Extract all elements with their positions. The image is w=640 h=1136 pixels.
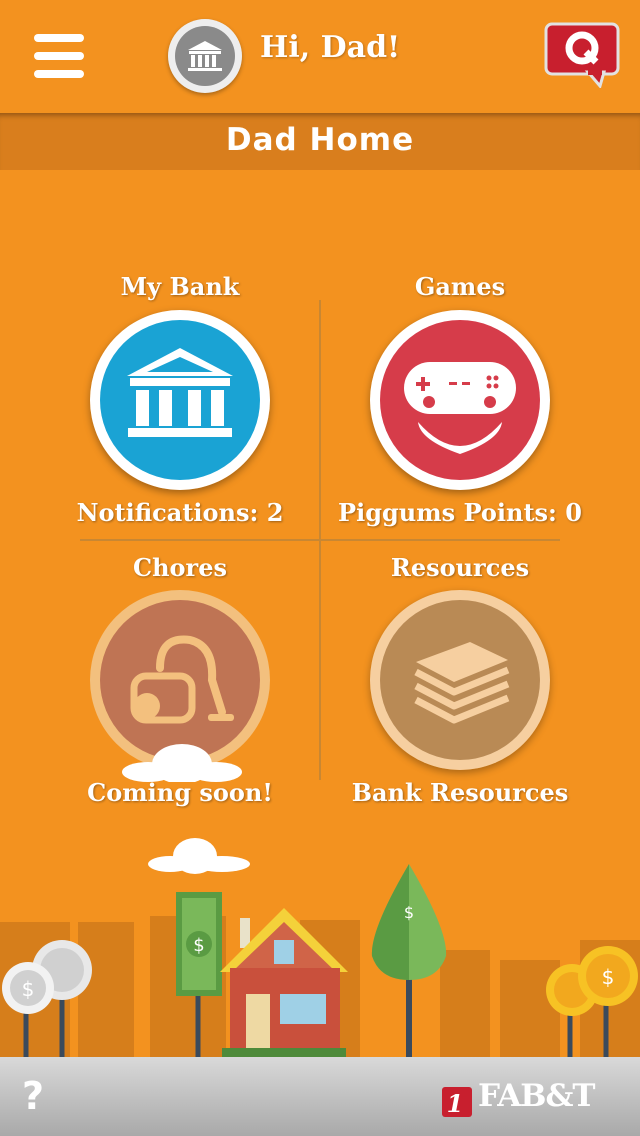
- brand-name: FAB&T: [478, 1078, 596, 1114]
- game-controller-icon: [404, 362, 516, 454]
- help-button[interactable]: ?: [22, 1074, 44, 1118]
- bank-building-icon: [127, 348, 233, 437]
- games-button[interactable]: [370, 310, 550, 490]
- svg-text:$: $: [193, 935, 204, 956]
- cloud-decoration: [122, 744, 242, 782]
- tile-label-resources: Resources: [390, 553, 530, 582]
- chores-status: Coming soon!: [87, 778, 273, 807]
- city-scene-illustration: $ $ $ $: [0, 838, 640, 1058]
- resources-button[interactable]: [370, 590, 550, 770]
- svg-text:$: $: [602, 965, 615, 989]
- svg-text:1: 1: [447, 1089, 464, 1118]
- my-bank-button[interactable]: [90, 310, 270, 490]
- bank-resources-caption: Bank Resources: [351, 778, 569, 807]
- svg-text:$: $: [22, 977, 35, 1001]
- tile-label-games: Games: [414, 272, 506, 301]
- tile-label-chores: Chores: [133, 553, 227, 582]
- page-title: Dad Home: [225, 122, 415, 158]
- notifications-count: Notifications: 2: [76, 498, 284, 527]
- tile-label-my-bank: My Bank: [120, 272, 240, 301]
- avatar[interactable]: [168, 19, 242, 93]
- piggums-points: Piggums Points: 0: [338, 498, 582, 527]
- q-chat-bubble-icon[interactable]: [544, 22, 624, 90]
- svg-text:$: $: [404, 903, 414, 922]
- fabt-logo-mark-icon: 1: [442, 1087, 472, 1118]
- grid-divider-horizontal: [80, 539, 560, 541]
- greeting-text: Hi, Dad!: [260, 30, 401, 65]
- hamburger-menu-icon[interactable]: [30, 32, 86, 80]
- bank-building-icon: [188, 41, 222, 71]
- stacked-books-icon: [414, 642, 510, 724]
